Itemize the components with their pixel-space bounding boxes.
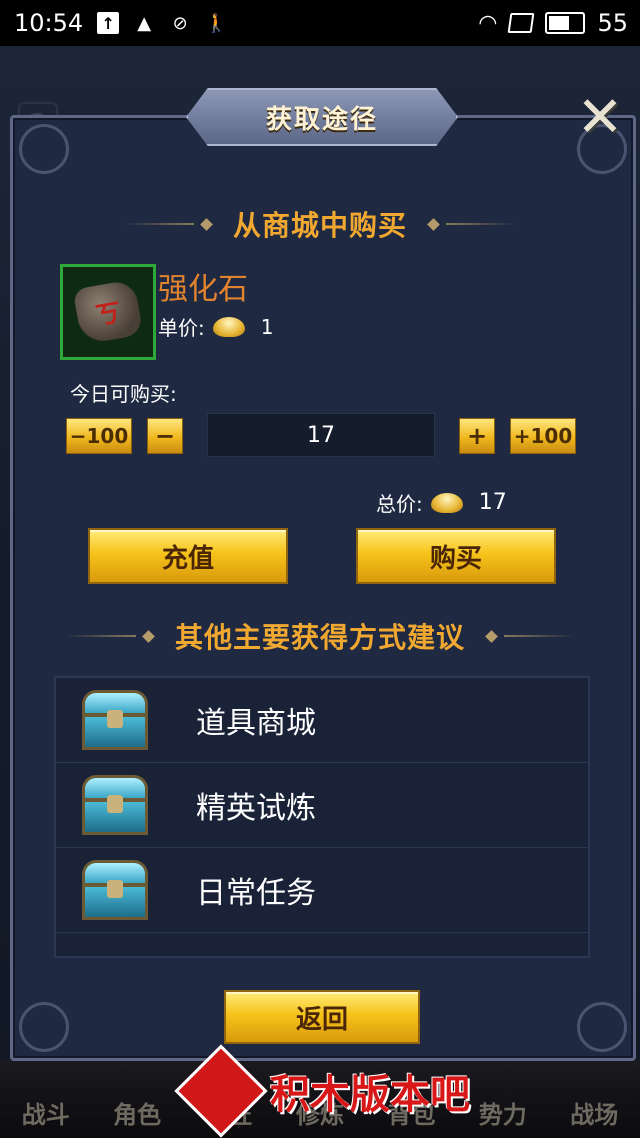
return-button[interactable]: 返回 [224,990,420,1044]
plus-100-button[interactable]: +100 [510,418,576,454]
method-label: 日常任务 [196,876,316,911]
other-methods-header: 其他主要获得方式建议 [0,616,640,656]
method-list: 道具商城 精英试炼 日常任务 [54,676,590,958]
minus-100-button[interactable]: −100 [66,418,132,454]
stone-rune: ㄎ [93,297,124,332]
unit-price-row: 单价: 1 [158,312,273,341]
image-icon: ▲ [137,12,152,34]
status-bar: 10:54 ↑ ▲ ⊘ 🚶 ◠ 55 [0,0,640,46]
quantity-input[interactable]: 17 [207,413,435,457]
today-purchasable-label: 今日可购买: [70,382,177,406]
nav-tab-battle[interactable]: 战斗 [0,1060,91,1138]
clock: 10:54 [14,9,84,37]
upload-icon: ↑ [97,12,120,34]
corner-ornament [577,1002,627,1052]
diamond-icon [485,629,498,643]
watermark: 积木版本吧 [174,1044,470,1138]
dialog-title: 获取途径 [265,104,378,135]
plus-button[interactable]: + [459,418,495,454]
enhance-stone-icon: ㄎ [72,279,144,345]
total-price-row: 总价: 17 [376,488,507,517]
divider [504,635,574,637]
treasure-chest-icon [82,690,148,750]
recharge-button[interactable]: 充值 [88,528,288,584]
divider [446,223,516,225]
item-name: 强化石 [158,272,248,307]
method-item-elite-trial[interactable]: 精英试炼 [56,763,588,848]
shop-section-header: 从商城中购买 [0,204,640,244]
nav-tab-character[interactable]: 角色 [91,1060,182,1138]
gold-ingot-icon [430,492,463,513]
block-icon: ⊘ [172,12,188,34]
screen-icon [508,13,535,33]
unit-price-label: 单价: [158,316,205,340]
nav-tab-battlefield[interactable]: 战场 [549,1060,640,1138]
minus-button[interactable]: − [147,418,183,454]
buy-button[interactable]: 购买 [356,528,556,584]
wifi-icon: ◠ [478,10,498,36]
treasure-chest-icon [82,860,148,920]
treasure-chest-icon [82,775,148,835]
total-price-label: 总价: [376,492,423,516]
corner-ornament [19,1002,69,1052]
walk-icon: 🚶 [204,12,228,34]
method-label: 精英试炼 [196,791,316,826]
unit-price-value: 1 [260,314,274,339]
corner-ornament [19,124,69,174]
battery-icon [545,12,586,34]
watermark-logo-icon [174,1044,268,1138]
battery-percent: 55 [597,9,628,37]
method-label: 道具商城 [196,706,316,741]
dialog-title-plate: 获取途径 [186,88,458,146]
diamond-icon [200,217,213,231]
watermark-text: 积木版本吧 [270,1072,470,1118]
gold-ingot-icon [212,316,245,337]
status-right: ◠ 55 [478,9,628,37]
total-price-value: 17 [478,490,507,515]
other-methods-title: 其他主要获得方式建议 [174,621,465,654]
diamond-icon [142,629,155,643]
diamond-icon [427,217,440,231]
divider [123,223,194,225]
shop-section-title: 从商城中购买 [232,209,407,242]
close-icon[interactable]: ✕ [572,85,628,150]
divider [65,635,136,637]
method-item-item-shop[interactable]: 道具商城 [56,678,588,763]
item-slot[interactable]: ㄎ [60,264,156,360]
method-item-daily-task[interactable]: 日常任务 [56,848,588,933]
nav-tab-faction[interactable]: 势力 [457,1060,548,1138]
